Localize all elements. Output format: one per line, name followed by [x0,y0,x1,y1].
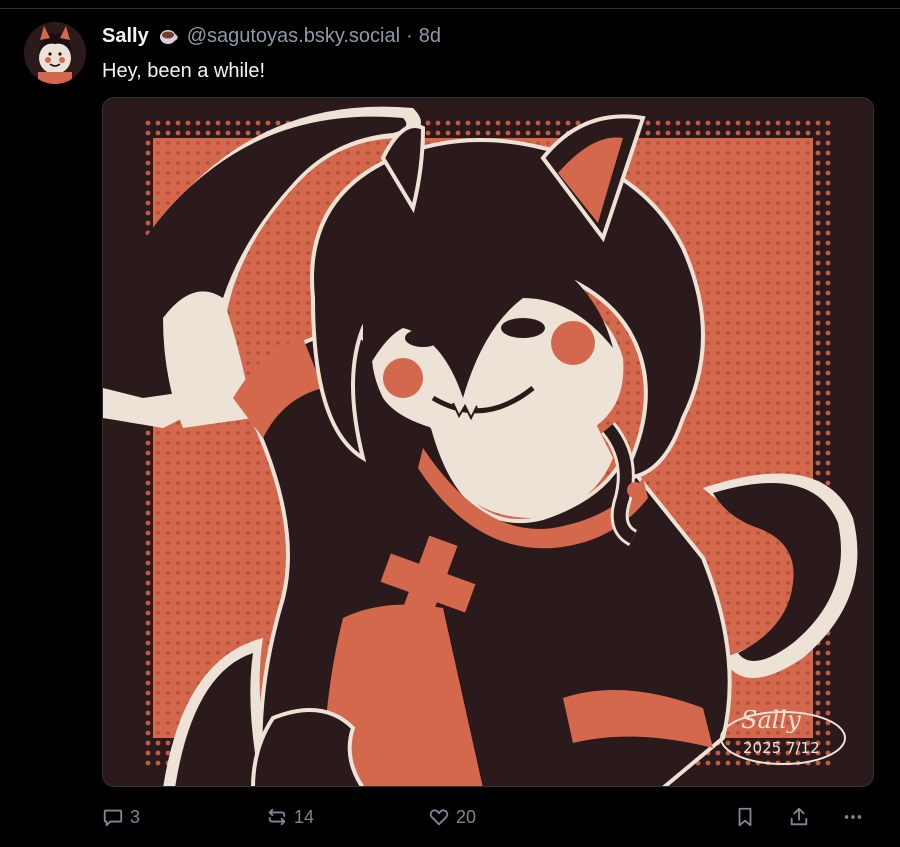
reply-button[interactable]: 3 [102,800,140,834]
share-button[interactable] [788,800,810,834]
post-image[interactable]: Sally 2025 7/12 [102,97,874,787]
post-header: Sally @sagutoyas.bsky.social · 8d [102,24,441,48]
author-handle[interactable]: @sagutoyas.bsky.social [187,25,400,48]
reply-count: 3 [130,806,141,827]
repost-icon [268,808,286,826]
post-actions: 3 14 20 [102,800,874,834]
like-count: 20 [456,806,477,827]
post-text: Hey, been a while! [102,60,266,82]
post-timestamp[interactable]: 8d [419,25,441,48]
avatar[interactable] [24,22,86,84]
author-display-name[interactable]: Sally [102,25,149,48]
more-options-button[interactable] [842,800,864,834]
signature-date: 2025 7/12 [743,739,820,757]
artwork-illustration: Sally 2025 7/12 [103,98,873,786]
separator: · [406,24,413,47]
reply-icon [103,809,123,827]
more-dots-icon [844,815,862,819]
like-button[interactable]: 20 [428,800,476,834]
divider [0,8,900,9]
repost-button[interactable]: 14 [266,800,314,834]
avatar-image [24,22,86,84]
signature-name: Sally [741,706,801,734]
coffee-cup-icon [157,25,179,47]
heart-icon [429,809,449,826]
repost-count: 14 [294,806,315,827]
post[interactable]: Sally @sagutoyas.bsky.social · 8d Hey, b… [0,0,900,847]
bookmark-icon [738,807,752,827]
bookmark-button[interactable] [734,800,756,834]
share-icon [790,807,808,826]
